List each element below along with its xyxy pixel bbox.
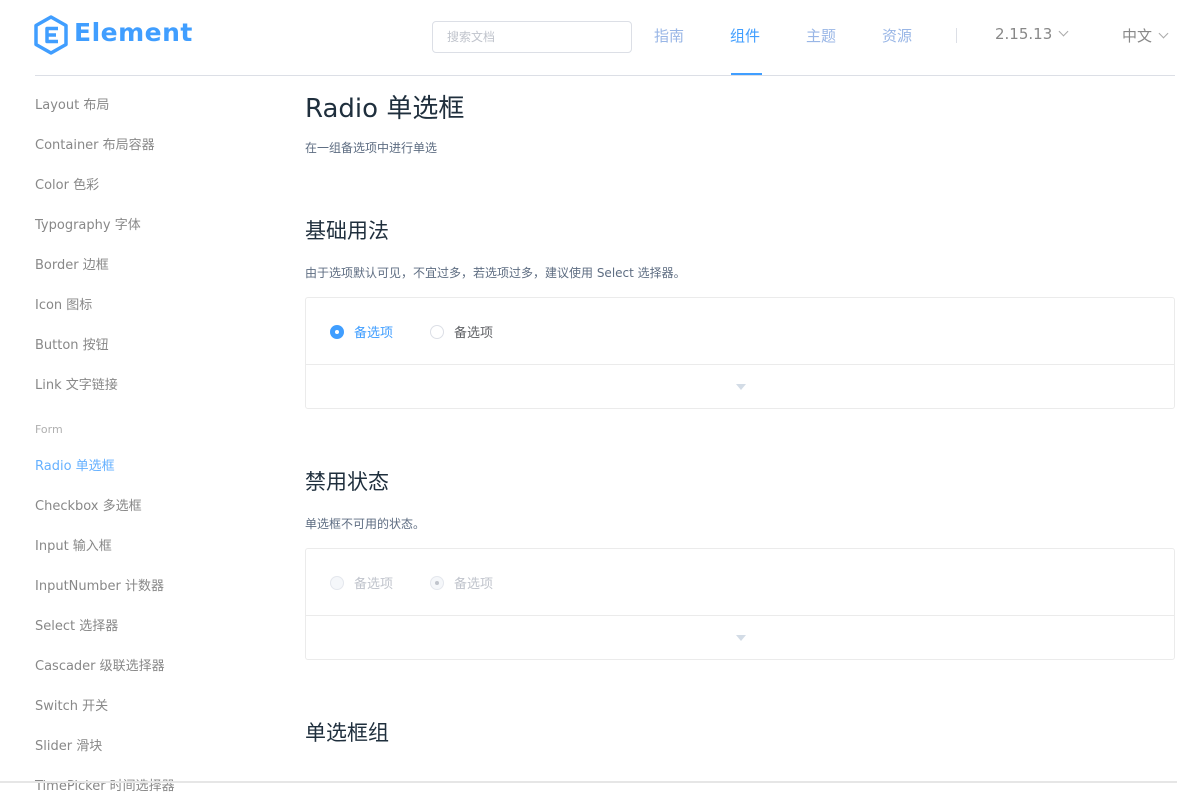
caret-down-icon	[736, 635, 746, 641]
chevron-down-icon	[1058, 26, 1069, 37]
sidebar-item-slider[interactable]: Slider 滑块	[35, 735, 102, 754]
radio-option-1[interactable]: 备选项	[330, 322, 393, 341]
radio-option-2[interactable]: 备选项	[430, 322, 493, 341]
sidebar-item-typography[interactable]: Typography 字体	[35, 214, 141, 233]
chevron-down-icon	[1158, 28, 1169, 39]
radio-label: 备选项	[354, 326, 394, 341]
sidebar-item-color[interactable]: Color 色彩	[35, 174, 99, 193]
sidebar-item-button[interactable]: Button 按钮	[35, 334, 109, 353]
main-content: Radio 单选框 在一组备选项中进行单选 基础用法 由于选项默认可见，不宜过多…	[305, 76, 1177, 783]
sidebar-item-radio[interactable]: Radio 单选框	[35, 455, 115, 474]
sidebar-item-checkbox[interactable]: Checkbox 多选框	[35, 495, 142, 514]
radio-label: 备选项	[454, 326, 494, 341]
sidebar: Layout 布局 Container 布局容器 Color 色彩 Typogr…	[35, 76, 275, 794]
nav-resources[interactable]: 资源	[882, 25, 912, 46]
sidebar-item-timepicker[interactable]: TimePicker 时间选择器	[35, 775, 175, 794]
nav-components[interactable]: 组件	[730, 25, 760, 46]
caret-down-icon	[736, 384, 746, 390]
logo-text: Element	[74, 18, 193, 47]
sidebar-item-input[interactable]: Input 输入框	[35, 535, 112, 554]
sidebar-item-cascader[interactable]: Cascader 级联选择器	[35, 655, 165, 674]
radio-option-disabled-2: 备选项	[430, 573, 493, 592]
nav-divider	[956, 28, 957, 43]
version-dropdown[interactable]: 2.15.13	[995, 25, 1069, 43]
demo-source: 备选项 备选项	[306, 549, 1174, 616]
radio-disabled-checked-icon	[430, 575, 444, 590]
radio-disabled-icon	[330, 575, 344, 590]
radio-label: 备选项	[354, 577, 394, 592]
section-title-group: 单选框组	[305, 721, 389, 745]
radio-option-disabled-1: 备选项	[330, 573, 393, 592]
section-description-disabled: 单选框不可用的状态。	[305, 517, 426, 531]
demo-source: 备选项 备选项	[306, 298, 1174, 365]
header: Element 指南 组件 主题 资源 2.15.13 中文	[0, 0, 1177, 76]
section-description-basic: 由于选项默认可见，不宜过多，若选项过多，建议使用 Select 选择器。	[305, 266, 686, 280]
sidebar-item-border[interactable]: Border 边框	[35, 254, 109, 273]
demo-block-basic: 备选项 备选项	[305, 297, 1175, 409]
logo[interactable]: Element	[34, 15, 192, 55]
sidebar-item-switch[interactable]: Switch 开关	[35, 695, 108, 714]
sidebar-group-form: Form	[35, 423, 63, 436]
page-title: Radio 单选框	[305, 94, 465, 124]
language-dropdown[interactable]: 中文	[1122, 25, 1169, 46]
section-title-disabled: 禁用状态	[305, 470, 389, 494]
sidebar-item-select[interactable]: Select 选择器	[35, 615, 118, 634]
demo-expand-control[interactable]	[306, 616, 1174, 660]
element-logo-icon	[34, 15, 68, 55]
language-label: 中文	[1122, 27, 1153, 45]
page-description: 在一组备选项中进行单选	[305, 141, 438, 155]
search-input[interactable]	[432, 21, 632, 53]
version-label: 2.15.13	[995, 25, 1053, 43]
nav-theme[interactable]: 主题	[806, 25, 836, 46]
sidebar-item-container[interactable]: Container 布局容器	[35, 134, 155, 153]
demo-block-disabled: 备选项 备选项	[305, 548, 1175, 660]
section-title-basic: 基础用法	[305, 219, 389, 243]
sidebar-item-link[interactable]: Link 文字链接	[35, 374, 118, 393]
demo-expand-control[interactable]	[306, 365, 1174, 409]
nav-guide[interactable]: 指南	[654, 25, 684, 46]
radio-unchecked-icon	[430, 324, 444, 339]
radio-checked-icon	[330, 324, 344, 339]
sidebar-item-icon[interactable]: Icon 图标	[35, 294, 92, 313]
sidebar-item-layout[interactable]: Layout 布局	[35, 94, 109, 113]
radio-label: 备选项	[454, 577, 494, 592]
sidebar-item-inputnumber[interactable]: InputNumber 计数器	[35, 575, 164, 594]
